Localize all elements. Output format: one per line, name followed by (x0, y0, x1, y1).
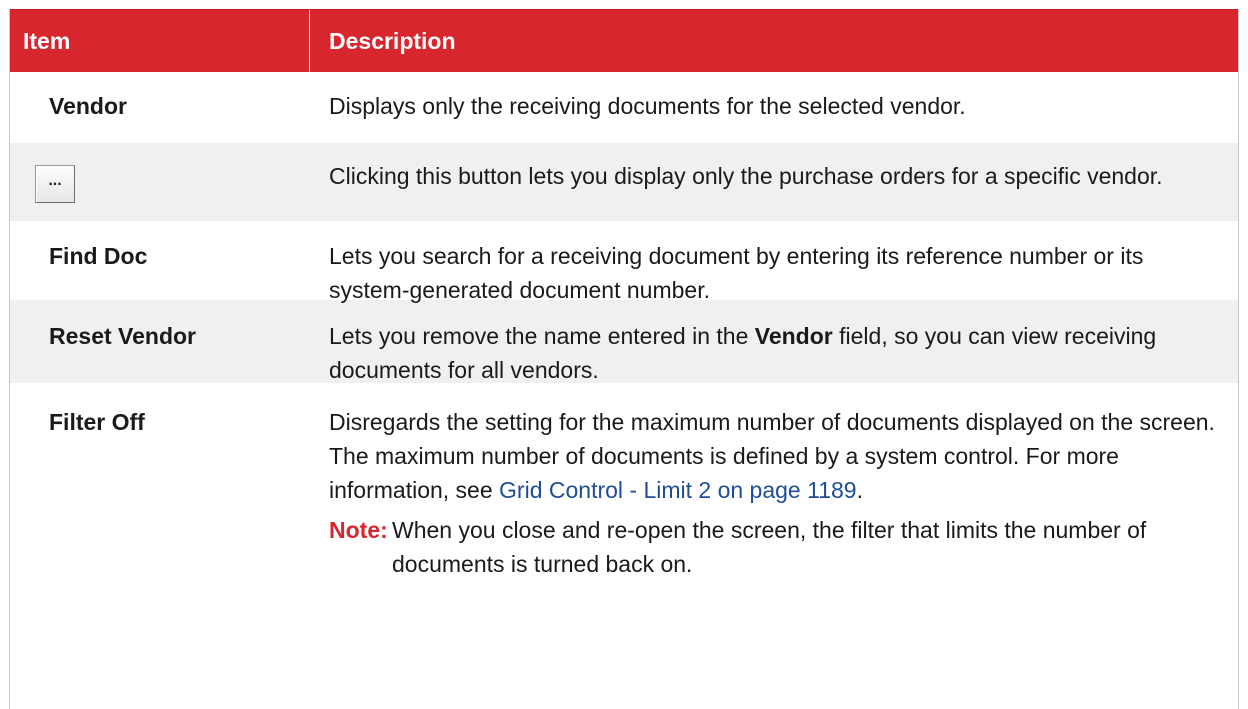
table-row-find-doc: Find Doc Lets you search for a receiving… (10, 221, 1238, 303)
item-cell: Vendor (49, 93, 127, 119)
table-row-filter-off: Filter Off Disregards the setting for th… (10, 383, 1238, 613)
description-cell: Lets you search for a receiving document… (329, 243, 1144, 303)
item-cell: Find Doc (49, 243, 148, 269)
cross-reference-link[interactable]: Grid Control - Limit 2 on page 1189 (499, 477, 857, 503)
note-text: When you close and re-open the screen, t… (392, 517, 1147, 577)
description-cell: Disregards the setting for the maximum n… (310, 383, 1238, 613)
ellipsis-button[interactable]: ... (35, 165, 75, 203)
description-bold-text: Vendor (754, 323, 833, 349)
description-cell: Lets you remove the name entered in the … (310, 300, 1238, 383)
item-cell: Reset Vendor (49, 323, 196, 349)
item-column-header: Item (10, 10, 310, 72)
note-block: Note: When you close and re-open the scr… (329, 513, 1218, 581)
description-cell: Displays only the receiving documents fo… (329, 93, 966, 119)
table-header: Item Description (10, 9, 1238, 72)
description-table: Item Description Vendor Displays only th… (9, 9, 1239, 709)
item-cell: Filter Off (49, 409, 145, 435)
table-row-vendor: Vendor Displays only the receiving docum… (10, 72, 1238, 143)
description-column-header: Description (329, 28, 456, 54)
description-text: Lets you remove the name entered in the (329, 323, 755, 349)
item-cell: ... (10, 143, 310, 221)
table-row-ellipsis-button: ... Clicking this button lets you displa… (10, 143, 1238, 221)
description-text: . (856, 477, 863, 503)
description-paragraph: Disregards the setting for the maximum n… (329, 405, 1218, 507)
description-cell: Clicking this button lets you display on… (329, 163, 1163, 189)
table-row-reset-vendor: Reset Vendor Lets you remove the name en… (10, 300, 1238, 383)
note-label: Note: (329, 517, 388, 543)
